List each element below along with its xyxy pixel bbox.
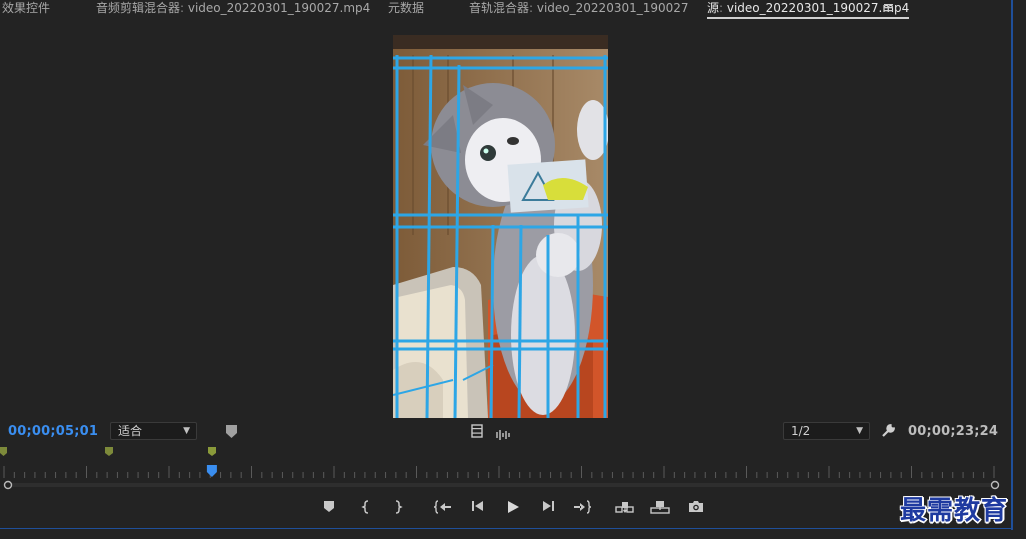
go-to-out-button[interactable] xyxy=(572,500,592,518)
kitten-in-cage-image xyxy=(393,35,608,418)
current-timecode[interactable]: 00;00;05;01 xyxy=(8,424,98,439)
scroll-handle-right[interactable] xyxy=(990,480,1000,490)
tab-audio-track-mixer-label: 音轨混合器 xyxy=(469,1,530,15)
go-to-out-icon xyxy=(574,500,592,514)
duration-timecode: 00;00;23;24 xyxy=(908,424,999,439)
marker-icon[interactable] xyxy=(0,447,7,456)
play-icon xyxy=(508,501,519,513)
mark-in-button[interactable] xyxy=(356,500,376,518)
zoom-scrollbar[interactable] xyxy=(0,480,1010,490)
marker-icon xyxy=(324,501,334,512)
add-marker-icon[interactable] xyxy=(225,424,238,443)
tab-audio-track-mixer-file: video_20220301_190027 xyxy=(536,1,689,15)
tab-audio-track-mixer[interactable]: 音轨混合器: video_20220301_190027 xyxy=(469,0,689,20)
tab-metadata-label: 元数据 xyxy=(388,1,425,15)
step-forward-icon xyxy=(543,501,554,511)
step-back-button[interactable] xyxy=(468,500,488,518)
panel-focus-border xyxy=(1011,0,1013,530)
add-marker-button[interactable] xyxy=(319,500,339,518)
panel-tab-bar: 效果控件 音频剪辑混合器: video_20220301_190027.mp4 … xyxy=(0,0,1026,20)
scroll-handle-left[interactable] xyxy=(3,480,13,490)
play-button[interactable] xyxy=(503,500,523,518)
playhead-icon[interactable] xyxy=(206,465,217,477)
go-to-in-button[interactable] xyxy=(433,500,453,518)
overwrite-icon xyxy=(650,501,670,514)
time-ruler[interactable] xyxy=(0,444,1010,480)
insert-icon xyxy=(615,502,634,513)
marker-icon[interactable] xyxy=(105,447,113,456)
panel-menu-icon[interactable] xyxy=(884,1,896,15)
step-forward-button[interactable] xyxy=(538,500,558,518)
tab-audio-clip-mixer-label: 音频剪辑混合器 xyxy=(96,1,181,15)
chevron-down-icon: ▼ xyxy=(183,426,190,436)
source-video-frame[interactable] xyxy=(393,35,608,418)
playback-resolution-value: 1/2 xyxy=(791,424,811,438)
overwrite-button[interactable] xyxy=(650,500,670,518)
ruler-ticks xyxy=(3,466,995,478)
watermark-logo: 最需教育 xyxy=(900,496,1009,526)
wrench-settings-icon[interactable] xyxy=(881,423,896,442)
camera-icon xyxy=(689,501,703,512)
playback-resolution-select[interactable]: 1/2 ▼ xyxy=(783,422,870,440)
tab-metadata[interactable]: 元数据 xyxy=(388,0,424,20)
zoom-level-select[interactable]: 适合 ▼ xyxy=(110,422,197,440)
export-frame-button[interactable] xyxy=(686,500,706,518)
drag-video-only-icon[interactable] xyxy=(471,423,483,442)
zoom-level-value: 适合 xyxy=(118,424,143,438)
insert-button[interactable] xyxy=(615,500,635,518)
mark-in-icon xyxy=(361,500,369,514)
tab-audio-clip-mixer[interactable]: 音频剪辑混合器: video_20220301_190027.mp4 xyxy=(96,0,370,20)
tab-source[interactable]: 源: video_20220301_190027.mp4 xyxy=(707,0,910,20)
tab-source-file: video_20220301_190027.mp4 xyxy=(726,1,910,15)
mark-out-icon xyxy=(395,500,403,514)
tab-source-label: 源 xyxy=(707,1,720,15)
chevron-down-icon: ▼ xyxy=(856,426,863,436)
marker-icon[interactable] xyxy=(208,447,216,456)
step-back-icon xyxy=(472,501,483,511)
tab-effect-controls[interactable]: 效果控件 xyxy=(2,0,50,20)
panel-focus-border-bottom xyxy=(0,528,1013,529)
drag-audio-only-icon[interactable] xyxy=(495,425,511,444)
mark-out-button[interactable] xyxy=(388,500,408,518)
tab-effect-controls-label: 效果控件 xyxy=(2,1,51,15)
go-to-in-icon xyxy=(433,500,451,514)
tab-audio-clip-mixer-file: video_20220301_190027.mp4 xyxy=(187,1,371,15)
